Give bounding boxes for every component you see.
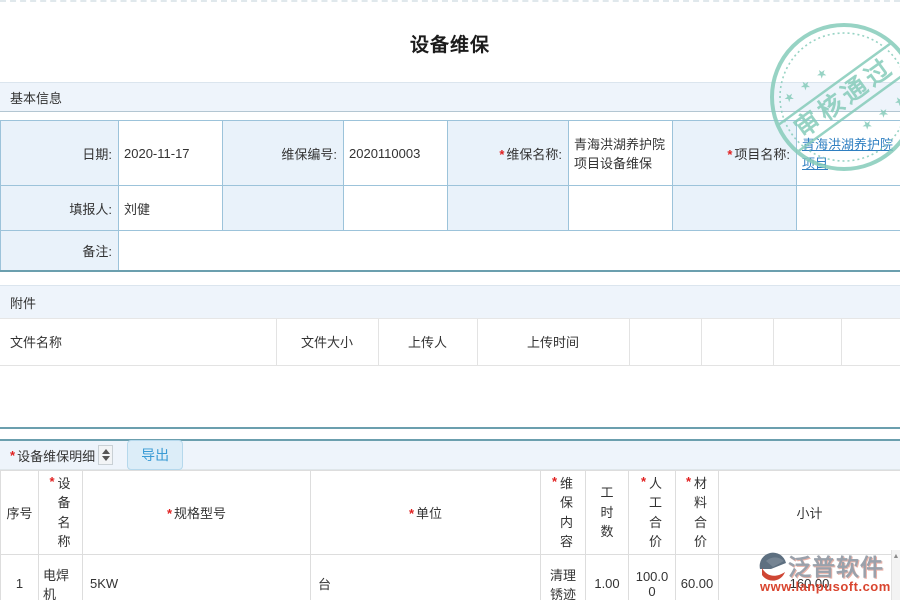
required-icon: * [409,506,414,521]
col-material-total: *材料合价 [676,471,719,555]
project-name-label: 项目名称: [734,147,790,162]
sort-down-icon [102,456,110,461]
remark-label: 备注: [82,244,112,259]
col-seq: 序号 [1,471,39,555]
divider [0,427,900,429]
detail-data-row: 1 电焊机 5KW 台 清理锈迹 1.00 100.00 60.00 160.0… [1,555,900,600]
col-work-hours-label: 工时数 [600,483,615,542]
required-icon: * [499,147,504,162]
project-link[interactable]: 青海洪湖养护院项目 [802,137,893,171]
detail-header-row: 序号 *设备名称 *规格型号 *单位 *维保内容 工时数 *人工合价 *材料合价… [1,471,900,555]
cell-material-total: 60.00 [676,555,719,600]
maintenance-name-value-cell: 青海洪湖养护院项目设备维保 [569,121,673,186]
date-value-cell: 2020-11-17 [119,121,223,186]
col-uploader: 上传人 [378,319,477,365]
form-cell-empty [569,186,673,231]
attachments-header-row: 文件名称 文件大小 上传人 上传时间 [0,319,900,365]
cell-subtotal: 160.00 [719,555,900,600]
basic-info-table: 日期: 2020-11-17 维保编号: 2020110003 *维保名称: 青… [0,120,900,272]
section-basic-info: 基本信息 [0,82,900,112]
cell-spec-model: 5KW [83,555,311,600]
project-name-label-cell: *项目名称: [673,121,797,186]
required-icon: * [686,474,691,489]
form-cell-empty [448,186,569,231]
col-maintenance-content: *维保内容 [541,471,586,555]
col-equipment-name: *设备名称 [39,471,83,555]
detail-table: 序号 *设备名称 *规格型号 *单位 *维保内容 工时数 *人工合价 *材料合价… [0,470,900,600]
col-file-name: 文件名称 [0,319,276,365]
col-unit-label: 单位 [416,506,442,521]
reporter-value: 刘健 [124,202,150,217]
sort-spinner[interactable] [98,445,113,465]
required-icon: * [552,474,557,489]
section-basic-info-label: 基本信息 [10,88,62,107]
reporter-label: 填报人: [69,202,112,217]
col-subtotal: 小计 [719,471,900,555]
page-title: 设备维保 [0,30,900,57]
project-name-value-cell: 青海洪湖养护院项目 [797,121,900,186]
required-icon: * [49,474,54,489]
required-icon: * [10,448,15,463]
maintenance-name-label-cell: *维保名称: [448,121,569,186]
date-value: 2020-11-17 [124,146,190,161]
section-detail-label: 设备维保明细 [17,446,95,465]
col-spec-model: *规格型号 [83,471,311,555]
section-attachments: 附件 [0,285,900,319]
form-cell-empty [797,186,900,231]
maintenance-no-label: 维保编号: [281,147,337,162]
col-maintenance-content-label: 维保内容 [559,474,574,552]
col-empty [773,319,841,365]
scroll-up-icon[interactable]: ▲ [892,550,900,562]
col-empty [701,319,773,365]
remark-value-cell [119,231,900,271]
col-upload-time: 上传时间 [477,319,629,365]
reporter-value-cell: 刘健 [119,186,223,231]
sort-up-icon [102,449,110,454]
form-cell-empty [673,186,797,231]
detail-scrollbar[interactable]: ▲ [891,550,900,600]
equipment-maintenance-page: 设备维保 审核通过 ★ ★ ★ ★ ★ ★ 基本信息 日期: 2020-11-1… [0,0,900,600]
maintenance-no-label-cell: 维保编号: [223,121,344,186]
required-icon: * [727,147,732,162]
col-empty [629,319,701,365]
col-equipment-name-label: 设备名称 [57,474,72,552]
cell-maintenance-content: 清理锈迹 [541,555,586,600]
form-cell-empty [223,186,344,231]
col-labor-total: *人工合价 [629,471,676,555]
maintenance-name-value: 青海洪湖养护院项目设备维保 [574,137,665,171]
cell-seq: 1 [1,555,39,600]
remark-label-cell: 备注: [1,231,119,271]
col-file-size: 文件大小 [276,319,378,365]
table-row: 日期: 2020-11-17 维保编号: 2020110003 *维保名称: 青… [1,121,900,186]
cell-equipment-name: 电焊机 [39,555,83,600]
required-icon: * [167,506,172,521]
section-detail: * 设备维保明细 导出 [0,439,900,470]
maintenance-no-value: 2020110003 [349,146,420,161]
col-spec-model-label: 规格型号 [174,506,226,521]
date-label: 日期: [82,147,112,162]
required-icon: * [641,474,646,489]
col-seq-label: 序号 [6,506,32,521]
col-empty [841,319,900,365]
attachments-table: 文件名称 文件大小 上传人 上传时间 [0,319,900,366]
date-label-cell: 日期: [1,121,119,186]
cell-work-hours: 1.00 [586,555,629,600]
form-cell-empty [344,186,448,231]
col-labor-total-label: 人工合价 [648,474,663,552]
cell-unit: 台 [311,555,541,600]
table-row: 备注: [1,231,900,271]
col-material-total-label: 材料合价 [693,474,708,552]
section-attachments-label: 附件 [10,293,36,312]
maintenance-no-value-cell: 2020110003 [344,121,448,186]
cell-labor-total: 100.00 [629,555,676,600]
reporter-label-cell: 填报人: [1,186,119,231]
table-row: 填报人: 刘健 [1,186,900,231]
col-work-hours: 工时数 [586,471,629,555]
col-subtotal-label: 小计 [796,506,822,521]
export-button[interactable]: 导出 [127,440,183,470]
col-unit: *单位 [311,471,541,555]
maintenance-name-label: 维保名称: [506,147,562,162]
